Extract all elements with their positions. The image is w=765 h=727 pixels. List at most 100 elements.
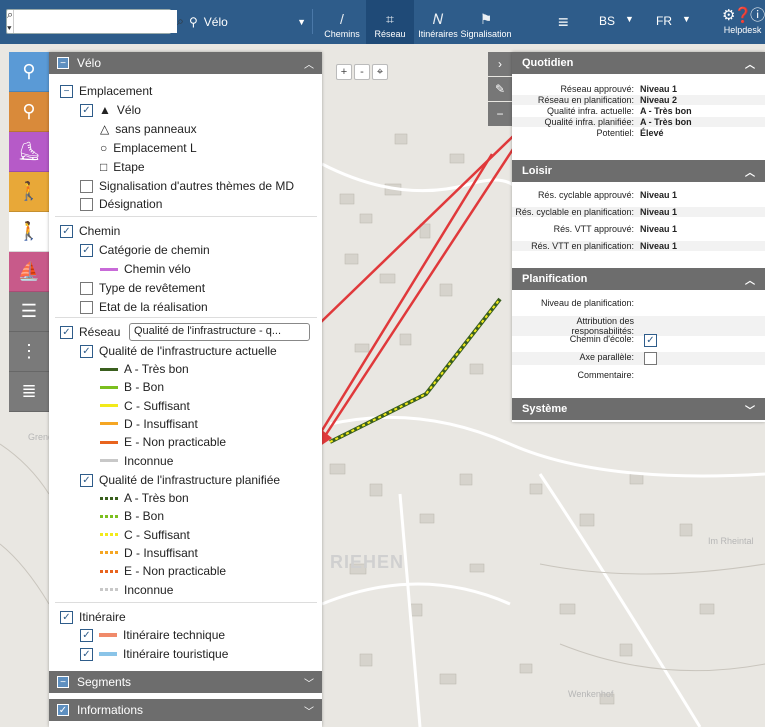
skate-icon[interactable]: ⛸ (9, 132, 49, 172)
legend-label: D - Insuffisant (124, 416, 198, 431)
checkbox-checked[interactable]: ✓ (60, 224, 73, 238)
checkbox-checked[interactable]: ✓ (57, 704, 69, 716)
layer-itin-touristique[interactable]: ✓ Itinéraire touristique (80, 647, 228, 661)
info-row: Rés. VTT en planification: Niveau 1 (512, 241, 765, 251)
layer-designation[interactable]: Désignation (80, 197, 162, 211)
layer-qualite-planifiee[interactable]: ✓ Qualité de l'infrastructure planifiée (80, 473, 280, 487)
checkbox-checked[interactable]: ✓ (80, 243, 93, 257)
checkbox-checked[interactable]: ✓ (80, 647, 93, 661)
edit-icon[interactable]: ✎ (488, 77, 512, 101)
checkbox[interactable] (80, 300, 93, 314)
top-bar: ⌕ ▾ ⌕ ⚲ Vélo ▼ / Chemins ⌗ Réseau 𝑁 Itinéra… (0, 0, 765, 44)
checkbox-checked[interactable]: ✓ (60, 325, 73, 339)
layer-categorie[interactable]: ✓ Catégorie de chemin (80, 243, 210, 257)
theme-select[interactable]: ⚲ Vélo ▼ (183, 9, 313, 34)
network-style-select[interactable]: Qualité de l'infrastructure - q... (129, 323, 310, 341)
canoe-icon[interactable]: ⛵ (9, 252, 49, 292)
info-row: Rés. cyclable approuvé: Niveau 1 (512, 190, 765, 200)
layer-realisation[interactable]: Etat de la réalisation (80, 300, 208, 314)
layer-chemin[interactable]: ✓ Chemin (60, 224, 120, 238)
checkbox[interactable] (644, 352, 657, 365)
layer-signalisation[interactable]: Signalisation d'autres thèmes de MD (80, 179, 294, 193)
informations-header[interactable]: ✓ Informations ﹀ (49, 699, 322, 721)
checkbox-checked[interactable]: ✓ (80, 103, 93, 117)
panel-header[interactable]: − Vélo ︿ (49, 52, 322, 74)
helpdesk-button[interactable]: ⚙❓ⓘ Helpdesk (722, 4, 765, 35)
canton-select[interactable]: BS ▼ (599, 14, 634, 28)
info-row: Rés. VTT approuvé: Niveau 1 (512, 224, 765, 234)
checkbox[interactable] (80, 179, 93, 193)
checkbox-checked[interactable]: ✓ (60, 610, 73, 624)
bicycle-icon[interactable]: ⚲ (9, 52, 49, 92)
hiking-icon[interactable]: 🚶 (9, 172, 49, 212)
info-panel: Quotidien ︿ Réseau approuvé: Niveau 1 Résea… (512, 52, 765, 422)
legend-swatch (100, 551, 118, 555)
layer-label: Emplacement (79, 84, 153, 98)
section-systeme-header[interactable]: Système ﹀ (512, 398, 765, 420)
info-value: Niveau 1 (640, 241, 678, 251)
walking-icon[interactable]: 🚶 (9, 212, 49, 252)
info-row: Potentiel: Élevé (512, 128, 765, 138)
locate-icon[interactable]: ⌖ (372, 64, 388, 80)
canton-label: BS (599, 14, 616, 28)
nav-chemins[interactable]: / Chemins (318, 0, 366, 44)
search-mode-dropdown[interactable]: ⌕ ▾ (7, 9, 15, 34)
chevron-down-icon: ﹀ (745, 405, 755, 417)
help-icons: ⚙❓ⓘ (722, 7, 765, 24)
info-row: Chemin d'école: ✓ (512, 334, 765, 347)
section-loisir-header[interactable]: Loisir ︿ (512, 160, 765, 182)
zoom-out-button[interactable]: - (354, 64, 370, 80)
search-input[interactable] (14, 10, 178, 33)
checkbox-checked[interactable]: ✓ (80, 628, 93, 642)
checkbox[interactable] (80, 197, 93, 211)
layer-velo[interactable]: ✓ ▲ Vélo (80, 103, 141, 117)
legend-swatch (100, 440, 118, 444)
legend-item: A - Très bon (100, 491, 189, 505)
checkbox-checked[interactable]: ✓ (80, 344, 93, 358)
layer-revetement[interactable]: Type de revêtement (80, 281, 205, 295)
zoom-in-button[interactable]: + (336, 64, 352, 80)
info-value: Niveau 1 (640, 207, 678, 217)
mountain-bike-icon[interactable]: ⚲ (9, 92, 49, 132)
layers-icon[interactable]: ☰ (9, 292, 49, 332)
info-row: Qualité infra. actuelle: A - Très bon (512, 106, 765, 116)
section-title: Informations (77, 703, 144, 717)
segments-header[interactable]: − Segments ﹀ (49, 671, 322, 693)
info-key: Rés. VTT en planification: (531, 241, 634, 251)
minus-icon[interactable]: − (488, 102, 512, 126)
section-title: Quotidien (522, 57, 574, 69)
layer-panel: − Vélo ︿ − Emplacement ✓ ▲ Vélo △ sans panne… (49, 52, 322, 727)
layer-itin-technique[interactable]: ✓ Itinéraire technique (80, 628, 225, 642)
chevron-right-icon[interactable]: › (488, 52, 512, 76)
layer-itineraire[interactable]: ✓ Itinéraire (60, 610, 126, 624)
search-box: ⌕ ▾ ⌕ (6, 9, 184, 34)
layer-reseau[interactable]: ✓ Réseau (60, 325, 120, 339)
more-icon[interactable]: ⋮ (9, 332, 49, 372)
legend-label: B - Bon (124, 509, 165, 524)
layer-label: Type de revêtement (99, 281, 206, 295)
circle-outline-icon: ○ (100, 141, 108, 155)
menu-icon[interactable]: ≡ (558, 12, 569, 33)
nav-label: Signalisation (460, 29, 512, 39)
info-row: Axe parallèle: (512, 352, 765, 365)
legend-icon[interactable]: ≣ (9, 372, 49, 412)
checkbox-checked[interactable]: ✓ (644, 334, 657, 347)
network-icon: ⌗ (386, 11, 394, 27)
legend-label: C - Suffisant (124, 527, 190, 542)
section-quotidien-header[interactable]: Quotidien ︿ (512, 52, 765, 74)
info-row: Attribution des responsabilités: (512, 316, 765, 336)
layer-emplacement[interactable]: − Emplacement (60, 84, 152, 98)
language-select[interactable]: FR ▼ (656, 14, 691, 28)
checkbox-partial[interactable]: − (60, 84, 73, 98)
nav-itineraires[interactable]: 𝑁 Itinéraires (414, 0, 462, 44)
section-planification-header[interactable]: Planification ︿ (512, 268, 765, 290)
checkbox[interactable] (80, 281, 93, 295)
nav-signalisation[interactable]: ⚑ Signalisation (460, 0, 512, 44)
layer-qualite-actuelle[interactable]: ✓ Qualité de l'infrastructure actuelle (80, 344, 277, 358)
info-value: A - Très bon (640, 106, 692, 116)
checkbox-checked[interactable]: ✓ (80, 473, 93, 487)
legend-label: Etape (113, 160, 145, 174)
nav-reseau[interactable]: ⌗ Réseau (366, 0, 414, 44)
square-outline-icon: □ (100, 160, 108, 174)
legend-label: sans panneaux (115, 122, 197, 136)
